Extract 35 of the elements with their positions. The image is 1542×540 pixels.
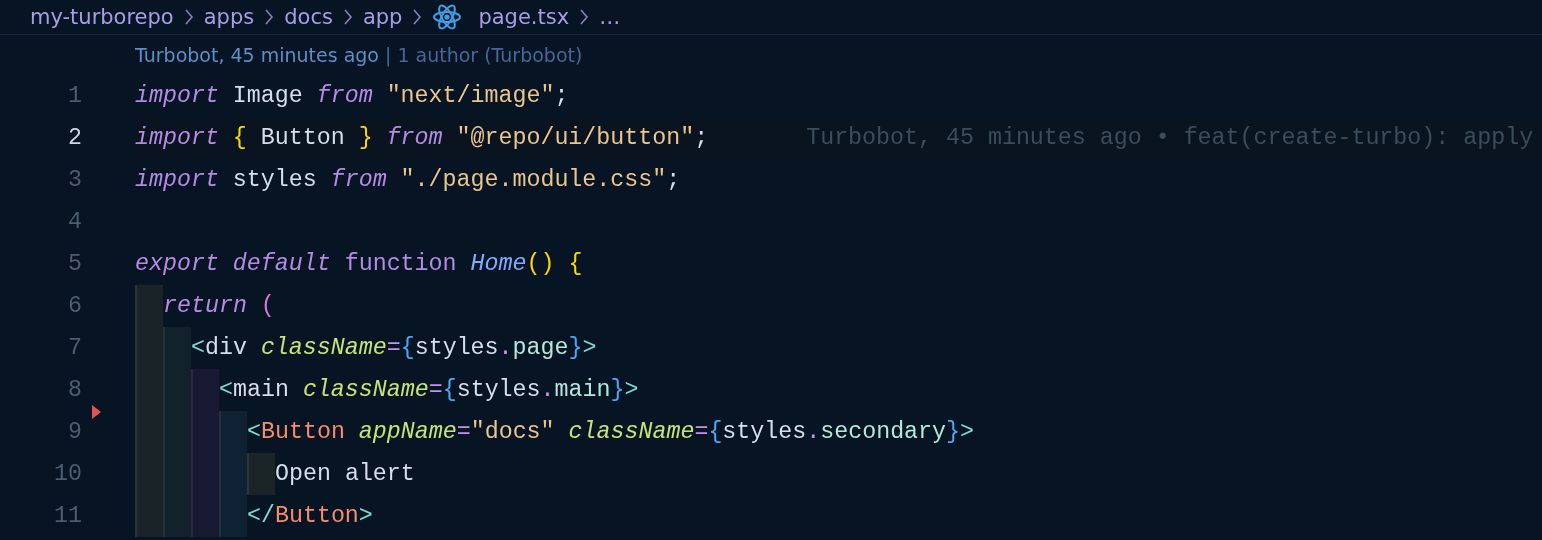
chevron-icon	[183, 9, 194, 25]
more-ellipsis[interactable]: …	[599, 0, 621, 34]
breadcrumb-item[interactable]: apps	[203, 0, 255, 34]
code-line: export default function Home() {	[135, 249, 583, 279]
line-number: 3	[67, 165, 82, 195]
breadcrumb-item[interactable]: docs	[284, 0, 333, 34]
breadcrumb-item[interactable]: my-turborepo	[30, 0, 174, 34]
code-line: <Button appName="docs" className={styles.secondary}>	[247, 417, 975, 447]
breadcrumb-item[interactable]: page.tsx	[478, 0, 570, 34]
line-number: 5	[67, 249, 82, 279]
code-line: import { Button } from "@repo/ui/button";	[135, 123, 709, 153]
chevron-icon	[342, 9, 353, 25]
line-number: 4	[67, 207, 82, 237]
line-number: 8	[67, 375, 82, 405]
blame-author-time[interactable]: Turbobot, 45 minutes ago	[135, 40, 379, 70]
chevron-icon	[412, 9, 423, 25]
inline-blame: Turbobot, 45 minutes ago • feat(create-turbo): apply	[806, 123, 1534, 153]
code-line: </Button>	[247, 501, 373, 531]
chevron-icon	[579, 9, 590, 25]
line-number: 2	[67, 123, 82, 153]
code-line: <main className={styles.main}>	[219, 375, 639, 405]
code-line: return (	[163, 291, 275, 321]
atom-icon	[432, 2, 463, 32]
chevron-icon	[264, 9, 275, 25]
breadcrumb-item[interactable]: app	[362, 0, 403, 34]
line-number: 9	[67, 417, 82, 447]
line-number: 11	[53, 501, 82, 531]
code-line: Open alert	[275, 459, 415, 489]
line-number: 10	[53, 459, 82, 489]
line-number: 1	[67, 81, 82, 111]
code-line: import Image from "next/image";	[135, 81, 569, 111]
line-number: 6	[67, 291, 82, 321]
code-line: import styles from "./page.module.css";	[135, 165, 681, 195]
code-line: <div className={styles.page}>	[191, 333, 597, 363]
line-number: 7	[67, 333, 82, 363]
